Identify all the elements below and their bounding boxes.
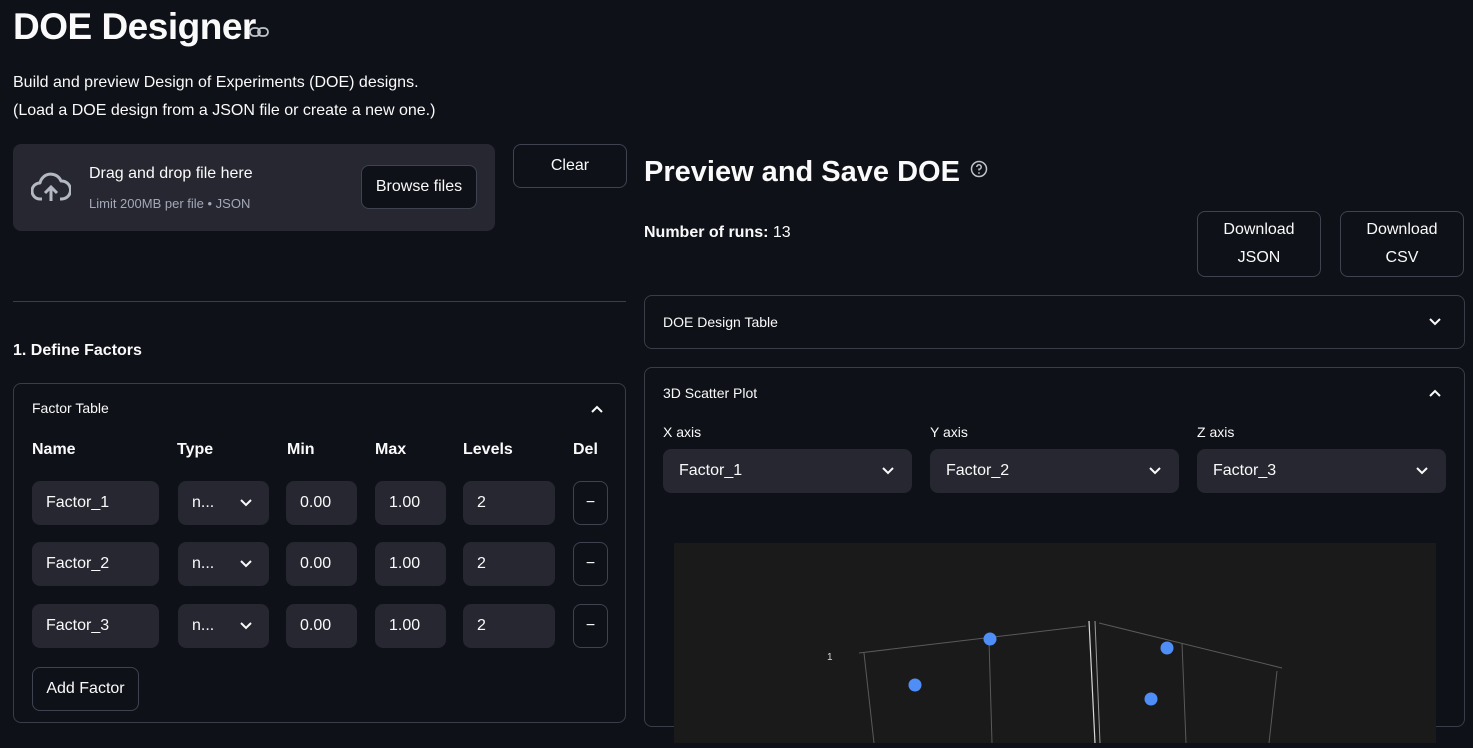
factor-name-input[interactable]: Factor_2 bbox=[32, 542, 159, 586]
z-axis-label: Z axis bbox=[1197, 424, 1235, 440]
chevron-down-icon bbox=[240, 622, 252, 630]
factor-max-input[interactable]: 1.00 bbox=[375, 481, 446, 525]
help-icon[interactable] bbox=[969, 159, 989, 179]
download-json-label-1: Download bbox=[1223, 221, 1295, 238]
factor-type-select[interactable]: n... bbox=[178, 542, 269, 586]
scatter-plot-canvas[interactable]: 1 bbox=[674, 543, 1436, 744]
preview-title: Preview and Save DOE bbox=[644, 156, 960, 188]
z-axis-select[interactable]: Factor_3 bbox=[1197, 449, 1446, 493]
factor-table-title: Factor Table bbox=[32, 400, 109, 416]
y-axis-value: Factor_2 bbox=[946, 462, 1010, 479]
dropzone-label: Drag and drop file here bbox=[89, 165, 253, 182]
page-title: DOE Designer bbox=[13, 6, 256, 47]
factor-type-select[interactable]: n... bbox=[178, 481, 269, 525]
column-header-type: Type bbox=[177, 441, 214, 458]
z-axis-value: Factor_3 bbox=[1213, 462, 1277, 479]
design-table-expander[interactable]: DOE Design Table bbox=[644, 295, 1465, 349]
factor-name-input[interactable]: Factor_3 bbox=[32, 604, 159, 648]
y-axis-label: Y axis bbox=[930, 424, 968, 440]
factor-max-input[interactable]: 1.00 bbox=[375, 542, 446, 586]
add-factor-button[interactable]: Add Factor bbox=[32, 667, 139, 711]
description-line-2: (Load a DOE design from a JSON file or c… bbox=[13, 102, 436, 119]
y-axis-select[interactable]: Factor_2 bbox=[930, 449, 1179, 493]
chevron-down-icon bbox=[240, 560, 252, 568]
grid-line bbox=[858, 625, 1087, 654]
column-header-max: Max bbox=[375, 441, 407, 458]
delete-factor-button[interactable]: − bbox=[573, 604, 608, 648]
runs-value: 13 bbox=[772, 224, 791, 241]
download-json-button[interactable]: Download JSON bbox=[1197, 211, 1321, 277]
chevron-down-icon bbox=[1416, 467, 1428, 475]
factor-min-input[interactable]: 0.00 bbox=[286, 481, 357, 525]
grid-line bbox=[863, 652, 875, 744]
x-axis-select[interactable]: Factor_1 bbox=[663, 449, 912, 493]
grid-line bbox=[988, 639, 993, 744]
dropzone-limit: Limit 200MB per file • JSON bbox=[89, 196, 251, 211]
scatter-point bbox=[908, 678, 922, 692]
column-header-min: Min bbox=[287, 441, 315, 458]
factor-name-input[interactable]: Factor_1 bbox=[32, 481, 159, 525]
x-axis-value: Factor_1 bbox=[679, 462, 743, 479]
axis-line bbox=[1088, 620, 1096, 744]
chevron-up-icon[interactable] bbox=[590, 402, 604, 416]
grid-line bbox=[1181, 642, 1187, 744]
factor-type-select[interactable]: n... bbox=[178, 604, 269, 648]
x-axis-label: X axis bbox=[663, 424, 702, 440]
factor-levels-input[interactable]: 2 bbox=[463, 481, 555, 525]
download-csv-label-1: Download bbox=[1366, 221, 1438, 238]
factor-type-value: n... bbox=[192, 555, 215, 572]
grid-line bbox=[1268, 670, 1278, 744]
download-csv-button[interactable]: Download CSV bbox=[1340, 211, 1464, 277]
file-dropzone[interactable]: Drag and drop file here Limit 200MB per … bbox=[13, 144, 495, 231]
cloud-upload-icon bbox=[31, 172, 71, 201]
browse-files-button[interactable]: Browse files bbox=[361, 165, 477, 209]
factor-min-input[interactable]: 0.00 bbox=[286, 604, 357, 648]
scatter-point bbox=[983, 632, 997, 646]
chevron-down-icon bbox=[1149, 467, 1161, 475]
factor-max-input[interactable]: 1.00 bbox=[375, 604, 446, 648]
column-header-name: Name bbox=[32, 441, 76, 458]
chevron-down-icon bbox=[240, 499, 252, 507]
download-csv-label-2: CSV bbox=[1385, 249, 1419, 266]
scatter-plot-title: 3D Scatter Plot bbox=[663, 385, 758, 401]
factor-levels-input[interactable]: 2 bbox=[463, 604, 555, 648]
scatter-plot-expander: 3D Scatter Plot X axis Y axis Z axis Fac… bbox=[644, 367, 1465, 744]
chevron-up-icon[interactable] bbox=[1428, 386, 1442, 400]
factor-type-value: n... bbox=[192, 494, 215, 511]
chevron-down-icon bbox=[1429, 318, 1441, 326]
clear-button[interactable]: Clear bbox=[513, 144, 627, 188]
axis-line bbox=[1094, 620, 1101, 744]
scatter-plot-svg: 1 bbox=[827, 620, 1283, 744]
download-json-label-2: JSON bbox=[1237, 249, 1281, 266]
scatter-point bbox=[1160, 641, 1174, 655]
design-table-title: DOE Design Table bbox=[663, 314, 778, 330]
factor-levels-input[interactable]: 2 bbox=[463, 542, 555, 586]
description-line-1: Build and preview Design of Experiments … bbox=[13, 74, 419, 91]
delete-factor-button[interactable]: − bbox=[573, 481, 608, 525]
runs-label: Number of runs: bbox=[644, 224, 769, 241]
plot-tick-label: 1 bbox=[827, 652, 833, 663]
factor-type-value: n... bbox=[192, 617, 215, 634]
define-factors-heading: 1. Define Factors bbox=[13, 342, 142, 359]
column-header-levels: Levels bbox=[463, 441, 513, 458]
link-icon[interactable] bbox=[249, 24, 269, 40]
grid-line bbox=[1098, 622, 1283, 669]
divider bbox=[13, 301, 626, 302]
chevron-down-icon bbox=[882, 467, 894, 475]
factor-table-panel: Factor Table Name Type Min Max Levels De… bbox=[13, 383, 626, 723]
column-header-del: Del bbox=[573, 441, 598, 458]
factor-min-input[interactable]: 0.00 bbox=[286, 542, 357, 586]
number-of-runs: Number of runs: 13 bbox=[644, 224, 791, 242]
delete-factor-button[interactable]: − bbox=[573, 542, 608, 586]
